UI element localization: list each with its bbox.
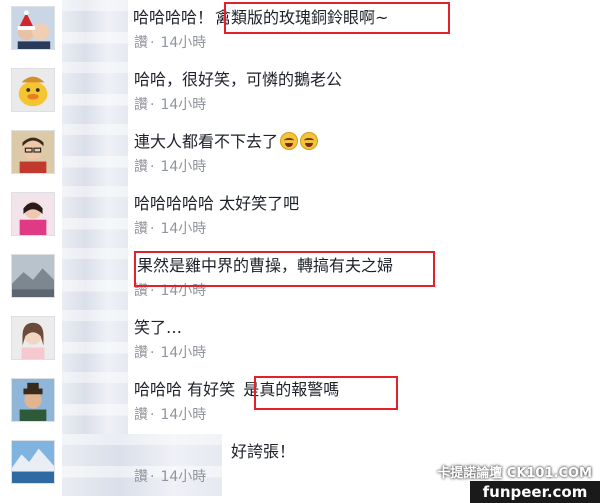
comment-meta: 讚 · 14小時 bbox=[134, 345, 207, 361]
highlight-box bbox=[134, 251, 435, 287]
comment-item: 笑了… 讚 · 14小時 bbox=[0, 310, 600, 372]
timestamp[interactable]: 14小時 bbox=[160, 407, 206, 423]
avatar[interactable] bbox=[11, 130, 55, 174]
blurred-name bbox=[62, 310, 128, 372]
blurred-name bbox=[62, 434, 222, 496]
highlight-box bbox=[254, 376, 398, 410]
timestamp[interactable]: 14小時 bbox=[160, 97, 206, 113]
highlight-box bbox=[224, 2, 450, 34]
timestamp[interactable]: 14小時 bbox=[160, 469, 206, 485]
avatar[interactable] bbox=[11, 316, 55, 360]
avatar[interactable] bbox=[11, 254, 55, 298]
timestamp[interactable]: 14小時 bbox=[160, 159, 206, 175]
like-link[interactable]: 讚 bbox=[134, 407, 148, 423]
comment-item: 連大人都看不下去了 讚 · 14小時 bbox=[0, 124, 600, 186]
like-link[interactable]: 讚 bbox=[134, 345, 148, 361]
timestamp[interactable]: 14小時 bbox=[160, 221, 206, 237]
like-link[interactable]: 讚 bbox=[134, 469, 148, 485]
comment-meta: 讚 · 14小時 bbox=[134, 97, 207, 113]
like-link[interactable]: 讚 bbox=[134, 35, 148, 51]
comment-text: 哈哈哈哈哈 太好笑了吧 bbox=[134, 194, 300, 213]
avatar[interactable] bbox=[11, 68, 55, 112]
avatar[interactable] bbox=[11, 192, 55, 236]
like-link[interactable]: 讚 bbox=[134, 221, 148, 237]
comment-meta: 讚 · 14小時 bbox=[134, 407, 207, 423]
laughing-tears-icon bbox=[300, 132, 319, 150]
like-link[interactable]: 讚 bbox=[134, 97, 148, 113]
blurred-name bbox=[62, 186, 128, 248]
laughing-tears-icon bbox=[280, 132, 299, 150]
avatar[interactable] bbox=[11, 440, 55, 484]
comment-text: 笑了… bbox=[134, 318, 183, 337]
timestamp[interactable]: 14小時 bbox=[160, 35, 206, 51]
avatar[interactable] bbox=[11, 6, 55, 50]
comment-text: 哈哈，很好笑，可憐的鵝老公 bbox=[134, 70, 343, 89]
blurred-name bbox=[62, 62, 128, 124]
blurred-name bbox=[62, 248, 128, 310]
watermark-ck101: 卡提諾論壇 CK101.COM bbox=[437, 466, 592, 481]
comment-text: 連大人都看不下去了 bbox=[134, 132, 319, 152]
comment-item: 哈哈，很好笑，可憐的鵝老公 讚 · 14小時 bbox=[0, 62, 600, 124]
timestamp[interactable]: 14小時 bbox=[160, 345, 206, 361]
comment-text: 好誇張！ bbox=[231, 442, 296, 461]
comment-meta: 讚 · 14小時 bbox=[134, 221, 207, 237]
comment-item: 哈哈哈哈哈 太好笑了吧 讚 · 14小時 bbox=[0, 186, 600, 248]
like-link[interactable]: 讚 bbox=[134, 159, 148, 175]
comment-meta: 讚 · 14小時 bbox=[134, 35, 207, 51]
avatar[interactable] bbox=[11, 378, 55, 422]
watermark-funpeer: funpeer.com bbox=[470, 481, 600, 503]
comment-meta: 讚 · 14小時 bbox=[134, 469, 207, 485]
comment-meta: 讚 · 14小時 bbox=[134, 159, 207, 175]
blurred-name bbox=[62, 372, 128, 434]
blurred-name bbox=[62, 0, 128, 62]
blurred-name bbox=[62, 124, 128, 186]
